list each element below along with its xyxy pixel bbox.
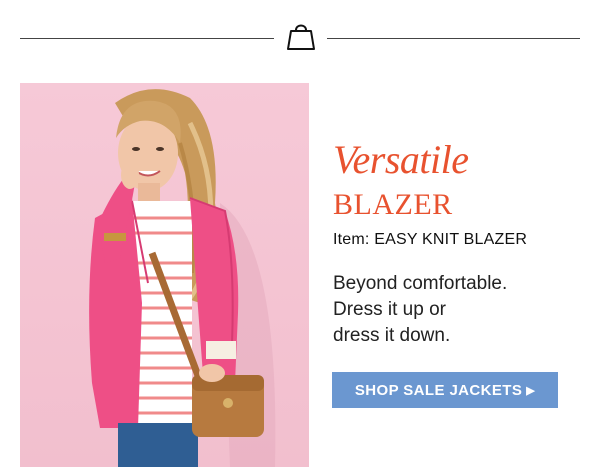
body-line-2: Dress it up or — [333, 299, 446, 320]
shop-sale-jackets-button[interactable]: SHOP SALE JACKETS ▶ — [332, 372, 558, 408]
body-copy: Beyond comfortable. Dress it up or dress… — [333, 271, 573, 349]
body-line-1: Beyond comfortable. — [333, 273, 508, 294]
body-line-3: dress it down. — [333, 325, 451, 346]
item-name: Item: EASY KNIT BLAZER — [333, 231, 528, 248]
headline-script: Versatile — [333, 137, 469, 182]
divider-right — [327, 38, 580, 39]
divider-left — [20, 38, 274, 39]
headline-caps: BLAZER — [333, 188, 453, 221]
hero-photo[interactable] — [20, 83, 309, 467]
cta-label: SHOP SALE JACKETS — [354, 381, 523, 399]
model-illustration — [89, 89, 276, 467]
arrow-right-icon: ▶ — [526, 384, 536, 397]
shopping-bag-icon — [287, 24, 315, 50]
